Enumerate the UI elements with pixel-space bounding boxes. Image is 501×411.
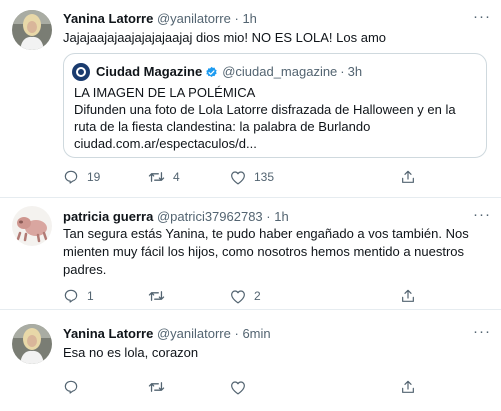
quoted-tweet-header: Ciudad Magazine @ciudad_magazine · 3h [72,63,362,81]
retweet-button[interactable] [148,377,173,397]
user-handle[interactable]: @yanilatorre [157,11,231,26]
avatar[interactable] [12,10,52,50]
retweet-button[interactable]: 4 [148,167,180,187]
quoted-display-name: Ciudad Magazine [96,64,203,79]
quoted-handle: @ciudad_magazine [222,64,338,79]
tweet-header: Yanina Latorre @yanilatorre · 6min [63,325,271,342]
avatar-image [12,206,52,246]
retweet-icon [148,172,165,182]
tweet-text: Tan segura estás Yanina, te pudo haber e… [63,226,469,277]
heart-icon [231,170,245,184]
quoted-timestamp: 3h [347,64,363,79]
heart-icon [231,380,245,394]
quoted-description: Difunden una foto de Lola Latorre disfra… [74,102,456,134]
like-button[interactable]: 2 [230,286,261,306]
action-bar: 19 4 135 [63,167,473,187]
reply-count: 19 [87,170,101,184]
separator-dot: · [340,64,345,79]
retweet-count: 4 [173,170,180,184]
quoted-headline: LA IMAGEN DE LA POLÉMICA [74,85,256,100]
action-bar [63,377,473,397]
share-button[interactable] [400,377,416,397]
separator-dot: · [234,326,239,341]
quoted-avatar [72,63,90,81]
user-handle[interactable]: @yanilatorre [157,326,231,341]
avatar[interactable] [12,324,52,364]
quoted-tweet[interactable]: Ciudad Magazine @ciudad_magazine · 3h LA… [63,53,487,158]
tweet[interactable]: Yanina Latorre @yanilatorre · 1h ··· Jaj… [0,0,501,198]
reply-icon [64,289,78,303]
share-icon [402,170,414,183]
verified-badge-icon [206,66,217,77]
share-icon [402,380,414,393]
like-button[interactable] [230,377,254,397]
separator-dot: · [266,209,271,224]
reply-button[interactable]: 19 [63,167,100,187]
reply-icon [64,380,78,394]
timestamp[interactable]: 1h [274,209,288,224]
display-name[interactable]: Yanina Latorre [63,11,153,26]
retweet-icon [148,291,165,301]
avatar[interactable] [12,206,52,246]
more-options-icon[interactable]: ··· [473,207,491,222]
tweet-header: patricia guerra @patrici37962783 · 1h [63,208,289,225]
like-count: 135 [254,170,275,184]
reply-button[interactable]: 1 [63,286,94,306]
tweet-text: Jajajaajajaajajajajaajaj dios mio! NO ES… [63,30,387,45]
share-button[interactable] [400,167,416,187]
reply-count: 1 [87,289,94,303]
more-options-icon[interactable]: ··· [473,324,491,339]
reply-button[interactable] [63,377,87,397]
display-name[interactable]: patricia guerra [63,209,153,224]
tweet-header: Yanina Latorre @yanilatorre · 1h [63,10,257,27]
timestamp[interactable]: 6min [242,326,270,341]
tweet[interactable]: patricia guerra @patrici37962783 · 1h ··… [0,198,501,310]
like-count: 2 [254,289,261,303]
heart-icon [231,289,245,303]
user-handle[interactable]: @patrici37962783 [157,209,263,224]
tweet-text: Esa no es lola, corazon [63,345,199,360]
retweet-icon [148,382,165,392]
display-name[interactable]: Yanina Latorre [63,326,153,341]
retweet-button[interactable] [148,286,173,306]
quoted-link[interactable]: ciudad.com.ar/espectaculos/d... [74,135,478,152]
more-options-icon[interactable]: ··· [473,9,491,24]
like-button[interactable]: 135 [230,167,274,187]
avatar-image [12,10,52,50]
share-icon [402,289,414,302]
action-bar: 1 2 [63,286,473,306]
timestamp[interactable]: 1h [242,11,256,26]
share-button[interactable] [400,286,416,306]
reply-icon [64,170,78,184]
tweet[interactable]: Yanina Latorre @yanilatorre · 6min ··· E… [0,310,501,411]
separator-dot: · [234,11,239,26]
avatar-image [12,324,52,364]
quoted-tweet-body: LA IMAGEN DE LA POLÉMICA Difunden una fo… [74,84,478,152]
